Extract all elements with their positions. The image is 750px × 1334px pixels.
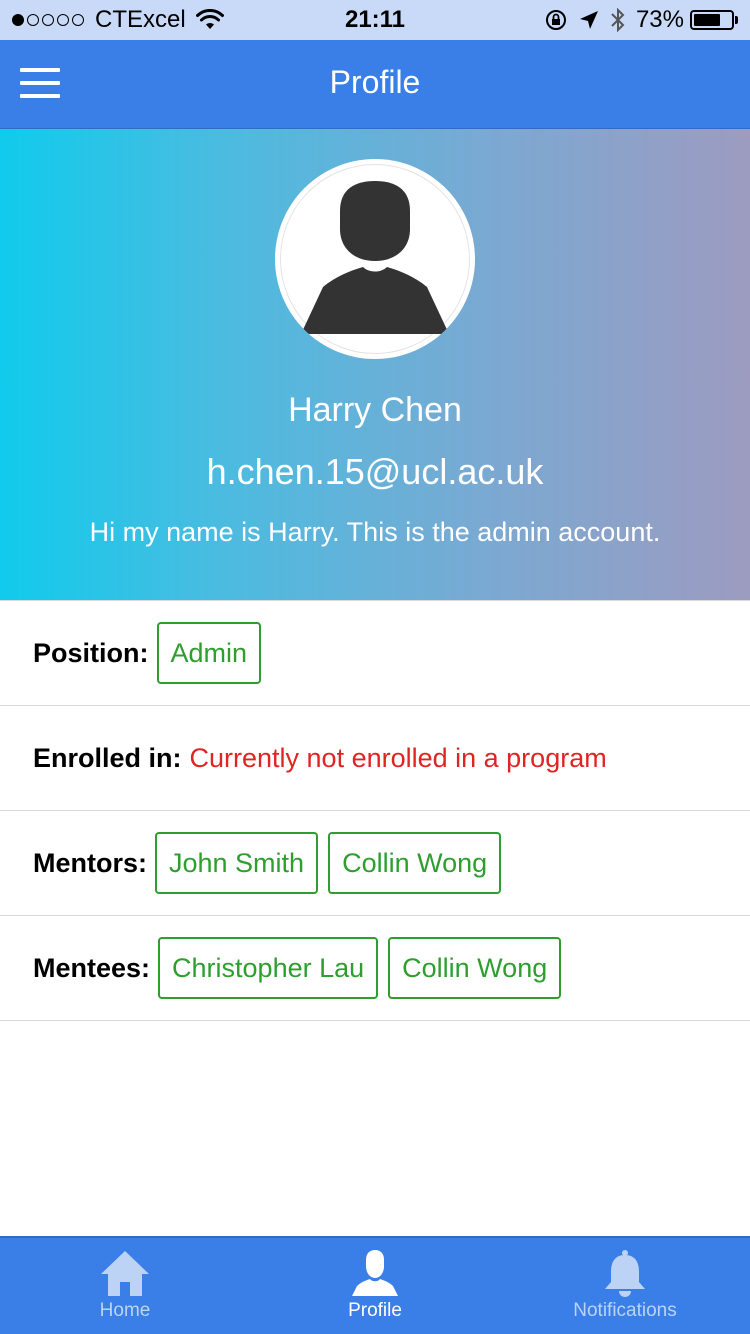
tab-home[interactable]: Home [0, 1238, 250, 1334]
enrolled-row: Enrolled in: Currently not enrolled in a… [0, 705, 750, 810]
status-right: 73% [534, 6, 738, 34]
app-header: Profile [0, 40, 750, 129]
profile-bio: Hi my name is Harry. This is the admin a… [89, 517, 661, 547]
mentees-label: Mentees: [33, 952, 151, 983]
position-row: Position: Admin [0, 600, 750, 705]
tab-label: Profile [348, 1300, 402, 1321]
mentor-tag[interactable]: Collin Wong [328, 832, 502, 894]
profile-name: Harry Chen [288, 391, 462, 429]
tab-label: Notifications [573, 1300, 677, 1321]
tab-notifications[interactable]: Notifications [500, 1238, 750, 1334]
avatar [275, 159, 475, 359]
profile-hero: Harry Chen h.chen.15@ucl.ac.uk Hi my nam… [0, 129, 750, 600]
tab-profile[interactable]: Profile [250, 1238, 500, 1334]
battery-level-fill [694, 14, 721, 26]
mentors-row: Mentors: John Smith Collin Wong [0, 810, 750, 915]
status-bar: CTExcel 21:11 73% [0, 0, 750, 40]
mentor-tag[interactable]: John Smith [155, 832, 319, 894]
battery-icon [690, 10, 734, 30]
profile-details: Position: Admin Enrolled in: Currently n… [0, 600, 750, 1021]
mentee-tag[interactable]: Christopher Lau [158, 937, 379, 999]
battery-percentage: 73% [635, 6, 684, 33]
enrolled-label: Enrolled in: [33, 742, 182, 773]
person-icon [352, 1250, 398, 1296]
location-arrow-icon [579, 11, 598, 29]
home-icon [101, 1251, 149, 1296]
mentees-row: Mentees: Christopher Lau Collin Wong [0, 915, 750, 1021]
tab-label: Home [99, 1300, 151, 1321]
profile-email: h.chen.15@ucl.ac.uk [206, 451, 544, 492]
default-user-avatar-icon [301, 181, 449, 334]
page-title: Profile [329, 64, 421, 100]
mentee-tag[interactable]: Collin Wong [388, 937, 562, 999]
position-tag[interactable]: Admin [156, 622, 262, 684]
bottom-tab-bar: Home Profile Notifications [0, 1236, 750, 1334]
bell-icon [605, 1250, 645, 1297]
orientation-lock-icon [545, 10, 566, 30]
profile-screen: CTExcel 21:11 73% Profile Harry Chen h.c… [0, 0, 750, 1334]
bluetooth-icon [611, 7, 625, 33]
enrollment-status: Currently not enrolled in a program [189, 742, 607, 773]
position-label: Position: [33, 637, 149, 668]
battery-cap [735, 16, 738, 24]
mentors-label: Mentors: [33, 847, 147, 878]
